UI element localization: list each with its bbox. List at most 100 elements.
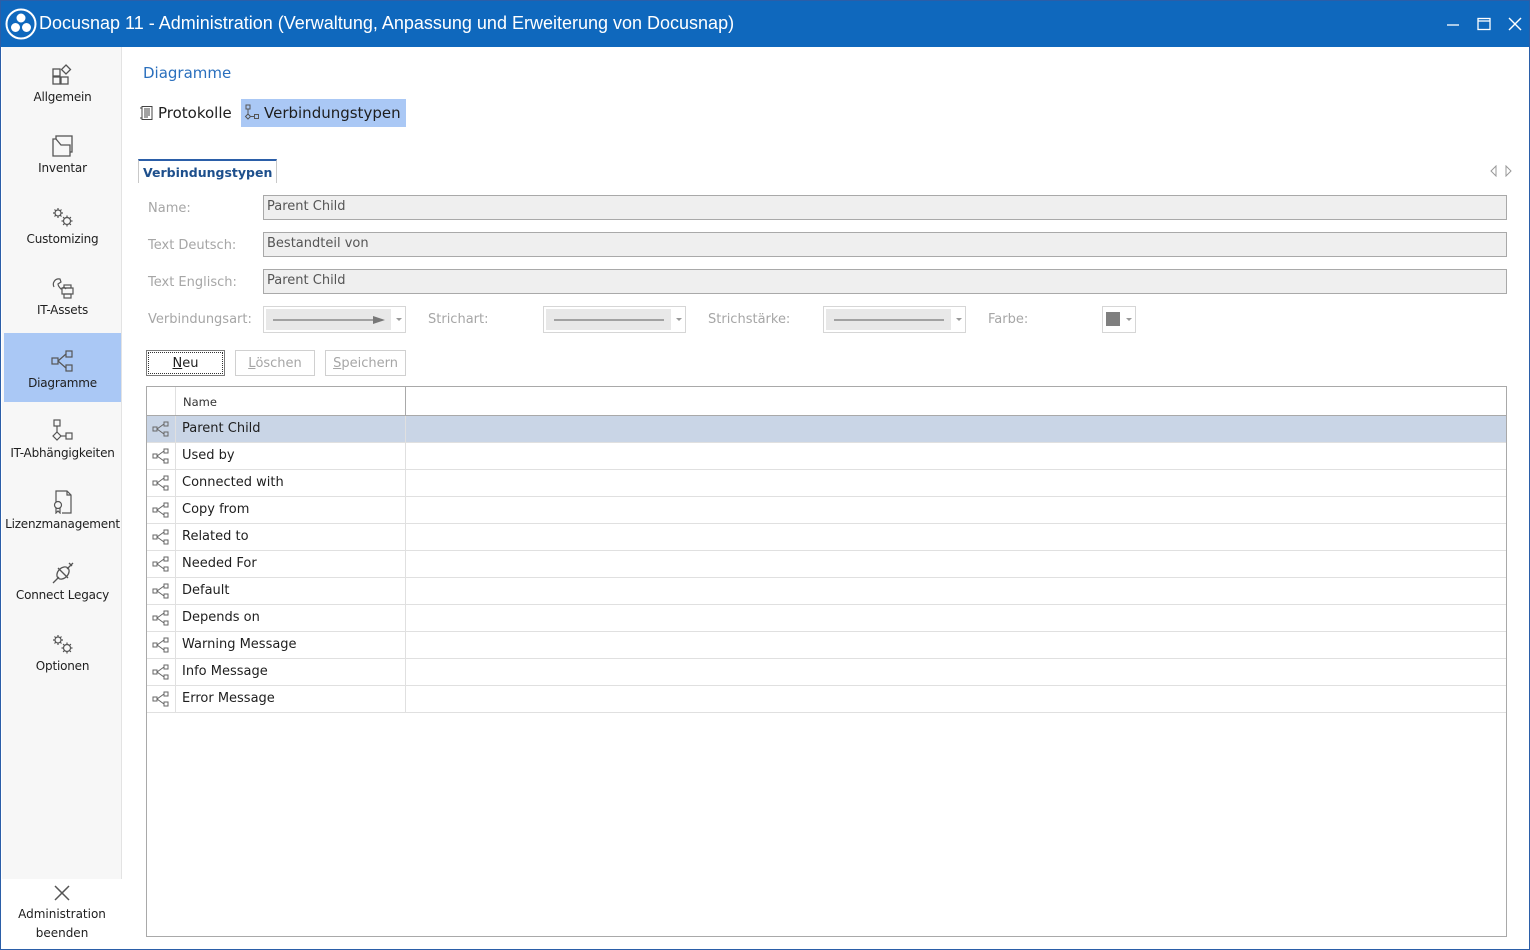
table-row[interactable]: Connected with xyxy=(147,470,1506,497)
subtab-verbindungstypen[interactable]: Verbindungstypen xyxy=(241,99,406,127)
connection-icon xyxy=(147,416,176,442)
table-row[interactable]: Warning Message xyxy=(147,632,1506,659)
table-row[interactable]: Related to xyxy=(147,524,1506,551)
row-name: Default xyxy=(176,578,406,604)
dependencies-icon xyxy=(51,419,75,443)
log-icon xyxy=(138,104,156,122)
neu-label: eu xyxy=(182,355,199,371)
subtab-protokolle[interactable]: Protokolle xyxy=(135,99,237,127)
tab-verbindungstypen[interactable]: Verbindungstypen xyxy=(138,159,278,183)
color-swatch xyxy=(1106,312,1120,326)
table-row[interactable]: Info Message xyxy=(147,659,1506,686)
sidebar-item-label: Inventar xyxy=(38,161,87,175)
exit-label-line2: beenden xyxy=(35,926,89,940)
sidebar-item-optionen[interactable]: Optionen xyxy=(4,616,121,685)
row-name: Info Message xyxy=(176,659,406,685)
sidebar-item-lizenzmanagement[interactable]: Lizenzmanagement xyxy=(4,474,121,543)
row-name: Related to xyxy=(176,524,406,550)
sidebar-item-label: Allgemein xyxy=(33,90,92,104)
exit-label-line1: Administration xyxy=(18,907,106,921)
sidebar: Allgemein Inventar Customizing IT-Assets… xyxy=(2,47,122,949)
connection-icon xyxy=(147,659,176,685)
chevron-down-icon xyxy=(396,318,402,321)
connection-type-icon xyxy=(244,104,262,122)
farbe-color-picker[interactable] xyxy=(1102,306,1136,333)
tab-scroll-right-icon[interactable] xyxy=(1503,165,1513,177)
table-row[interactable]: Needed For xyxy=(147,551,1506,578)
table-row[interactable]: Default xyxy=(147,578,1506,605)
sidebar-item-customizing[interactable]: Customizing xyxy=(4,189,121,258)
grid-header-icon-cell xyxy=(147,387,176,415)
strichart-dropdown[interactable] xyxy=(543,306,686,333)
name-field[interactable]: Parent Child xyxy=(263,195,1507,220)
farbe-label: Farbe: xyxy=(988,312,1029,327)
loeschen-label: öschen xyxy=(255,355,302,371)
strichstaerke-label: Strichstärke: xyxy=(708,312,791,327)
sidebar-item-it-assets[interactable]: IT-Assets xyxy=(4,260,121,329)
text-deutsch-label: Text Deutsch: xyxy=(148,238,237,253)
arrow-line-icon xyxy=(272,315,385,324)
sidebar-item-allgemein[interactable]: Allgemein xyxy=(4,47,121,116)
column-header-name[interactable]: Name xyxy=(176,387,406,415)
text-deutsch-field[interactable]: Bestandteil von xyxy=(263,232,1507,257)
sidebar-item-label: Optionen xyxy=(35,659,90,673)
maximize-button[interactable] xyxy=(1469,9,1499,39)
table-row[interactable]: Copy from xyxy=(147,497,1506,524)
sidebar-item-label: IT-Abhängigkeiten xyxy=(10,446,115,460)
maximize-icon xyxy=(1477,17,1491,31)
loeschen-button[interactable]: Löschen xyxy=(235,350,315,376)
row-name: Warning Message xyxy=(176,632,406,658)
subtab-label: Verbindungstypen xyxy=(264,104,401,122)
verbindungsart-label: Verbindungsart: xyxy=(148,312,252,327)
gears-icon xyxy=(51,632,75,656)
text-englisch-field[interactable]: Parent Child xyxy=(263,269,1507,294)
loeschen-mnemonic: L xyxy=(248,355,256,371)
row-name: Error Message xyxy=(176,686,406,712)
sidebar-item-connect-legacy[interactable]: Connect Legacy xyxy=(4,545,121,614)
strichart-label: Strichart: xyxy=(428,312,489,327)
sidebar-item-label: Diagramme xyxy=(28,376,97,390)
tab-scroll-left-icon[interactable] xyxy=(1489,165,1499,177)
minimize-button[interactable] xyxy=(1438,9,1468,39)
sidebar-item-diagramme[interactable]: Diagramme xyxy=(4,333,121,402)
sidebar-item-inventar[interactable]: Inventar xyxy=(4,118,121,187)
gears-icon xyxy=(51,205,75,229)
subtab-label: Protokolle xyxy=(158,104,232,122)
table-row[interactable]: Used by xyxy=(147,443,1506,470)
neu-button[interactable]: Neu xyxy=(146,350,225,376)
speichern-button[interactable]: Speichern xyxy=(325,350,406,376)
license-icon xyxy=(51,490,75,514)
table-row[interactable]: Error Message xyxy=(147,686,1506,713)
connection-icon xyxy=(147,551,176,577)
solid-line-icon xyxy=(553,318,664,321)
sidebar-item-label: Customizing xyxy=(26,232,99,246)
exit-administration-button[interactable]: Administration beenden xyxy=(2,879,122,949)
verbindungsart-dropdown[interactable] xyxy=(263,306,406,333)
close-window-button[interactable] xyxy=(1500,9,1530,39)
connection-icon xyxy=(147,578,176,604)
row-name: Used by xyxy=(176,443,406,469)
chevron-down-icon xyxy=(956,318,962,321)
connection-icon xyxy=(147,632,176,658)
strichstaerke-dropdown[interactable] xyxy=(823,306,966,333)
name-label: Name: xyxy=(148,201,191,216)
neu-mnemonic: N xyxy=(172,355,183,371)
row-name: Parent Child xyxy=(176,416,406,442)
minimize-icon xyxy=(1447,24,1459,26)
main-content: Diagramme Protokolle Verbindungstypen Ve… xyxy=(123,47,1529,949)
section-title: Diagramme xyxy=(143,64,232,82)
close-icon xyxy=(1508,17,1522,31)
speichern-mnemonic: S xyxy=(333,355,342,371)
inventory-icon xyxy=(51,134,75,158)
row-name: Copy from xyxy=(176,497,406,523)
row-name: Needed For xyxy=(176,551,406,577)
line-width-icon xyxy=(833,318,944,321)
sidebar-item-label: IT-Assets xyxy=(36,303,89,317)
text-englisch-label: Text Englisch: xyxy=(148,275,237,290)
general-icon xyxy=(51,63,75,87)
speichern-label: peichern xyxy=(341,355,398,371)
connection-icon xyxy=(147,605,176,631)
table-row[interactable]: Parent Child xyxy=(147,416,1506,443)
table-row[interactable]: Depends on xyxy=(147,605,1506,632)
sidebar-item-it-abhaengigkeiten[interactable]: IT-Abhängigkeiten xyxy=(4,403,121,472)
